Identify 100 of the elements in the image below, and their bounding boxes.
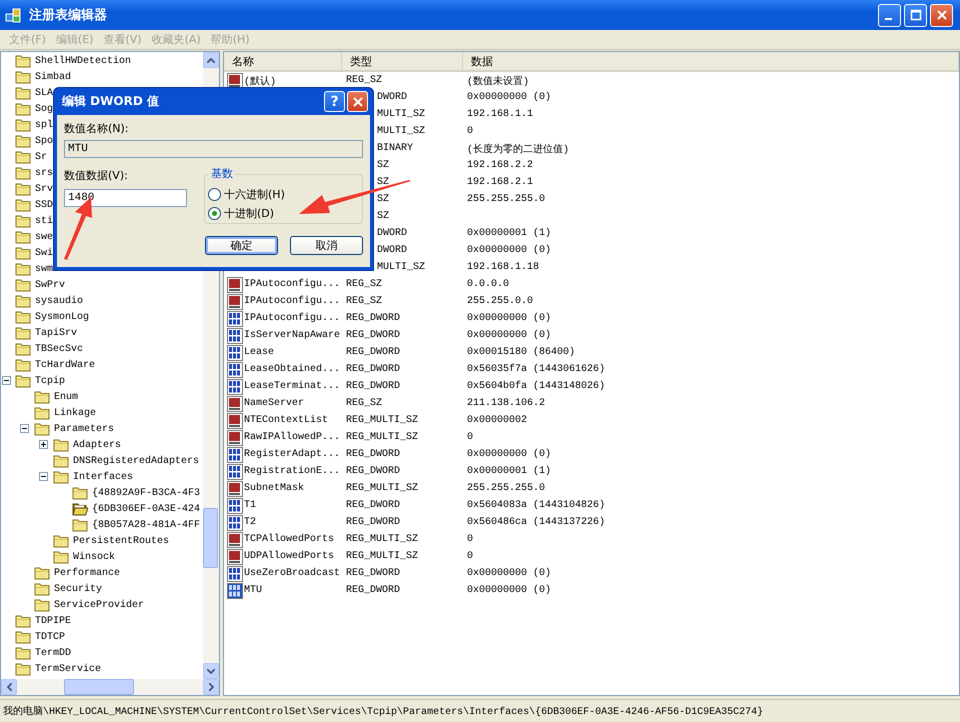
tree-item[interactable]: Swi [35,248,54,258]
scrollbar[interactable] [1,679,219,695]
column-header[interactable]: 数据 [463,52,959,70]
tree-item[interactable]: {6DB306EF-0A3E-424 [92,504,200,514]
tree-item[interactable]: Interfaces [73,472,134,482]
scroll-up-button[interactable] [203,52,219,68]
value-name[interactable]: NameServer [244,398,304,409]
column-header[interactable]: 名称 [224,52,342,70]
tree-item[interactable]: spl [35,120,54,130]
value-name[interactable]: RegistrationE... [244,466,340,477]
tree-item[interactable]: {8B057A28-481A-4FF [92,520,200,530]
tree-item[interactable]: Tcpip [35,376,66,386]
tree-item[interactable]: Srv [35,184,54,194]
value-type: DWORD [377,245,408,256]
tree-item[interactable]: Spo [35,136,54,146]
scroll-left-button[interactable] [1,679,17,695]
radio-option[interactable]: 十六进制(H) [208,185,362,204]
value-name[interactable]: T1 [244,500,256,511]
tree-item[interactable]: swm [35,264,54,274]
tree-item[interactable]: TapiSrv [35,328,78,338]
value-name[interactable]: Lease [244,347,274,358]
close-button[interactable] [930,4,953,26]
scroll-down-button[interactable] [203,663,219,679]
value-name[interactable]: RawIPAllowedP... [244,432,340,443]
folder-icon [15,310,31,324]
minimize-button[interactable] [878,4,901,26]
scroll-right-button[interactable] [203,679,219,695]
tree-item[interactable]: Adapters [73,440,122,450]
value-data: 0 [467,534,474,545]
collapse-icon[interactable] [39,472,48,481]
ok-button[interactable]: 确定 [205,236,278,255]
value-name[interactable]: IsServerNapAware [244,330,340,341]
value-data: 0x00000002 [467,415,528,426]
tree-item[interactable]: Simbad [35,72,72,82]
cancel-button[interactable]: 取消 [290,236,363,255]
collapse-icon[interactable] [2,376,11,385]
value-name[interactable]: IPAutoconfigu... [244,296,340,307]
value-type: REG_MULTI_SZ [346,432,418,443]
tree-item[interactable]: Winsock [73,552,116,562]
value-data-field[interactable]: 1480 [64,189,187,207]
tree-item[interactable]: Security [54,584,102,594]
value-name[interactable]: SubnetMask [244,483,304,494]
expand-icon[interactable] [39,440,48,449]
collapse-icon[interactable] [20,424,29,433]
folder-icon [15,86,31,100]
tree-item[interactable]: ShellHWDetection [35,56,132,66]
value-name-field[interactable]: MTU [64,140,363,158]
tree-item[interactable]: SLA [35,88,54,98]
value-name[interactable]: T2 [244,517,256,528]
help-button[interactable]: ? [324,91,345,112]
tree-item[interactable]: swe [35,232,54,242]
value-name[interactable]: UDPAllowedPorts [244,551,334,562]
value-name[interactable]: (默认) [244,74,276,88]
tree-item[interactable]: TDTCP [35,632,66,642]
radio-option[interactable]: 十进制(D) [208,204,362,223]
window-title: 注册表编辑器 [29,6,107,24]
tree-item[interactable]: PersistentRoutes [73,536,170,546]
tree-item[interactable]: srs [35,168,54,178]
value-data: 0x00000000 (0) [467,92,552,103]
field-label: 数值数据(V): [64,168,129,184]
radio-icon[interactable] [208,188,221,201]
tree-item[interactable]: DNSRegisteredAdapters [73,456,200,466]
folder-icon [53,438,69,452]
tree-item[interactable]: TDPIPE [35,616,72,626]
value-name[interactable]: TCPAllowedPorts [244,534,334,545]
tree-item[interactable]: Sog [35,104,54,114]
value-name[interactable]: RegisterAdapt... [244,449,340,460]
folder-icon [53,534,69,548]
close-button[interactable] [347,91,368,112]
column-header[interactable]: 类型 [342,52,463,70]
tree-item[interactable]: SSD [35,200,54,210]
value-name[interactable]: MTU [244,585,262,596]
tree-item[interactable]: Performance [54,568,120,578]
tree-item[interactable]: sti [35,216,54,226]
tree-item[interactable]: ServiceProvider [54,600,144,610]
tree-item[interactable]: TermDD [35,648,72,658]
tree-item[interactable]: TcHardWare [35,360,96,370]
tree-item[interactable]: SysmonLog [35,312,90,322]
scroll-thumb[interactable] [64,679,134,695]
tree-item[interactable]: SwPrv [35,280,66,290]
value-name[interactable]: UseZeroBroadcast [244,568,340,579]
maximize-button[interactable] [904,4,927,26]
radio-icon[interactable] [208,207,221,220]
tree-item[interactable]: TermService [35,664,102,674]
tree-item[interactable]: Enum [54,392,78,402]
tree-item[interactable]: Parameters [54,424,114,434]
value-data: 255.255.0.0 [467,296,534,307]
tree-item[interactable]: Linkage [54,408,96,418]
value-name[interactable]: LeaseObtained... [244,364,340,375]
tree-item[interactable]: TBSecSvc [35,344,84,354]
tree-item[interactable]: sysaudio [35,296,84,306]
value-name[interactable]: IPAutoconfigu... [244,279,340,290]
value-type: REG_SZ [346,296,382,307]
value-name[interactable]: IPAutoconfigu... [244,313,340,324]
value-name[interactable]: NTEContextList [244,415,328,426]
value-name[interactable]: LeaseTerminat... [244,381,340,392]
scroll-thumb[interactable] [203,508,218,568]
tree-item[interactable]: Sr [35,152,48,162]
tree-item[interactable]: {48892A9F-B3CA-4F3 [92,488,200,498]
chevron-up-icon [207,58,215,62]
